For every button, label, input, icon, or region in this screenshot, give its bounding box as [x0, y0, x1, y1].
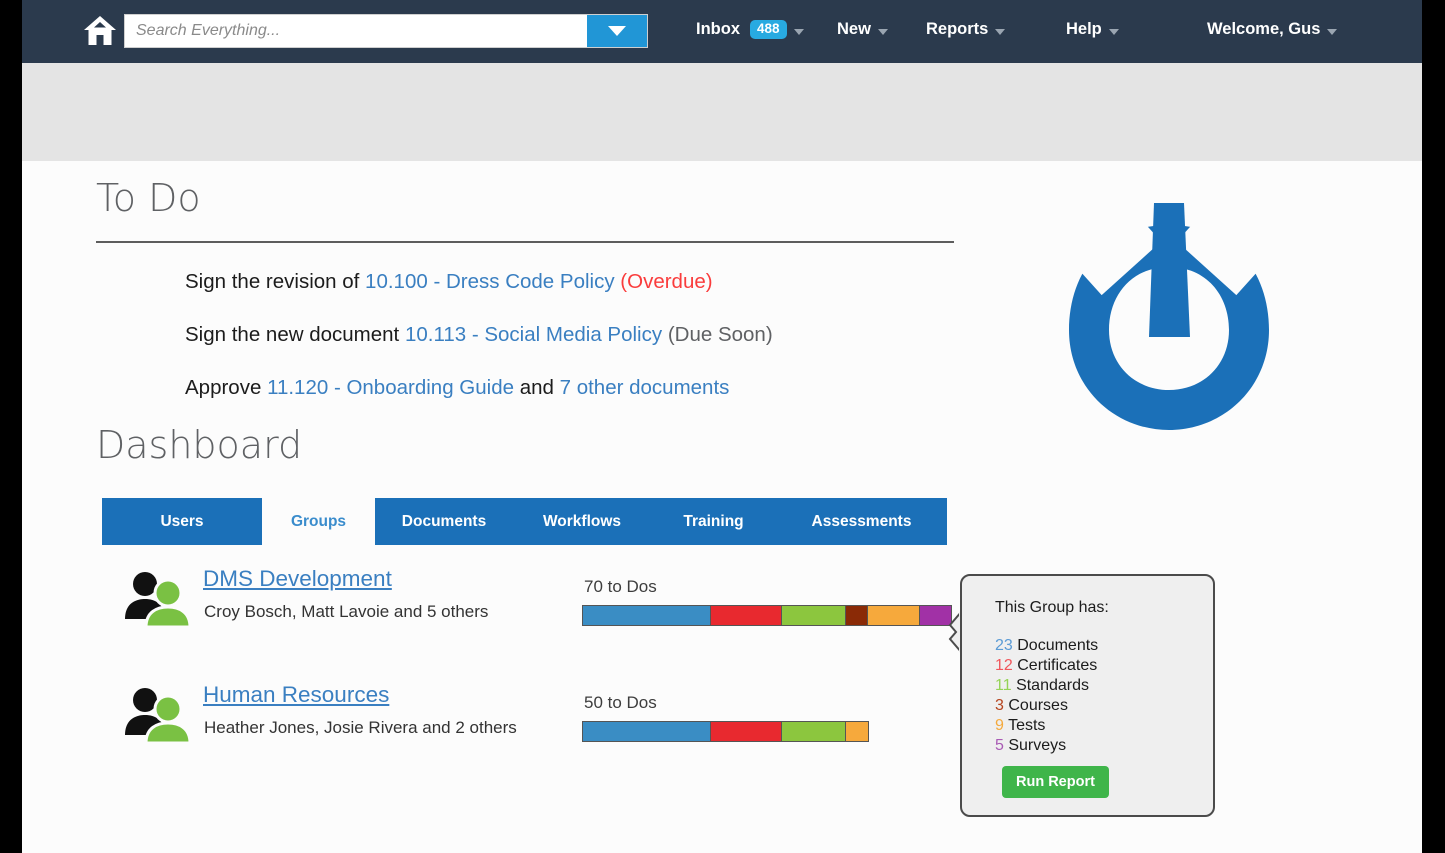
todo-middle: and — [514, 376, 560, 399]
todo-status-overdue: (Overdue) — [620, 270, 712, 293]
nav-item-help[interactable]: Help — [1066, 20, 1119, 39]
progress-segment-documents — [583, 606, 711, 625]
group-row: Human Resources Heather Jones, Josie Riv… — [22, 682, 952, 752]
info-count: 9 — [995, 717, 1004, 734]
group-info-callout: This Group has: 23 Documents 12 Certific… — [960, 574, 1215, 817]
top-navigation-bar: Inbox 488 New Reports Help Welcome, Gus — [22, 0, 1422, 63]
home-icon[interactable] — [82, 14, 118, 48]
search-box[interactable] — [124, 14, 648, 48]
nav-help-label: Help — [1066, 20, 1102, 39]
todo-item: Approve 11.120 - Onboarding Guide and 7 … — [185, 376, 729, 400]
tab-users[interactable]: Users — [102, 498, 262, 545]
user-menu[interactable]: Welcome, Gus — [1207, 20, 1337, 39]
group-members: Croy Bosch, Matt Lavoie and 5 others — [204, 602, 488, 622]
progress-segment-tests — [868, 606, 920, 625]
group-todos-label: 70 to Dos — [584, 577, 657, 597]
info-panel-title: This Group has: — [995, 599, 1109, 617]
user-menu-label: Welcome, Gus — [1207, 20, 1320, 39]
group-name-link[interactable]: DMS Development — [203, 566, 392, 592]
info-count: 23 — [995, 637, 1013, 654]
dashboard-tabs: Users Groups Documents Workflows Trainin… — [102, 498, 947, 545]
group-todos-label: 50 to Dos — [584, 693, 657, 713]
info-list-item: 12 Certificates — [995, 656, 1098, 676]
dashboard-heading: Dashboard — [96, 423, 302, 467]
todo-prefix: Sign the new document — [185, 323, 405, 346]
screenshot-frame: Inbox 488 New Reports Help Welcome, Gus — [0, 0, 1445, 853]
tab-groups[interactable]: Groups — [262, 498, 375, 545]
search-scope-dropdown[interactable] — [587, 15, 647, 47]
group-name-link[interactable]: Human Resources — [203, 682, 389, 708]
todo-item: Sign the revision of 10.100 - Dress Code… — [185, 270, 713, 294]
tab-training[interactable]: Training — [651, 498, 776, 545]
info-label: Courses — [1008, 697, 1068, 714]
info-list-item: 5 Surveys — [995, 736, 1098, 756]
info-count: 11 — [995, 677, 1012, 694]
chevron-down-icon — [608, 26, 626, 36]
progress-segment-tests — [846, 722, 868, 741]
page-title-band: Your Organization — [22, 63, 1422, 161]
todo-document-link[interactable]: 10.100 - Dress Code Policy — [365, 270, 615, 293]
group-members: Heather Jones, Josie Rivera and 2 others — [204, 718, 517, 738]
people-group-icon — [120, 571, 192, 627]
nav-new-label: New — [837, 20, 871, 39]
info-list-item: 3 Courses — [995, 696, 1098, 716]
tab-workflows[interactable]: Workflows — [513, 498, 651, 545]
info-list-item: 11 Standards — [995, 676, 1098, 696]
info-label: Certificates — [1017, 657, 1097, 674]
todo-item: Sign the new document 10.113 - Social Me… — [185, 323, 773, 347]
nav-reports-label: Reports — [926, 20, 988, 39]
info-label: Tests — [1008, 717, 1045, 734]
application-window: Inbox 488 New Reports Help Welcome, Gus — [22, 0, 1422, 853]
tab-assessments[interactable]: Assessments — [776, 498, 947, 545]
todo-prefix: Sign the revision of — [185, 270, 365, 293]
progress-segment-documents — [583, 722, 711, 741]
run-report-button[interactable]: Run Report — [1002, 766, 1109, 798]
tab-documents[interactable]: Documents — [375, 498, 513, 545]
info-label: Standards — [1016, 677, 1089, 694]
todo-document-link[interactable]: 10.113 - Social Media Policy — [405, 323, 662, 346]
search-input[interactable] — [125, 15, 587, 47]
chevron-down-icon — [878, 29, 888, 35]
todo-other-documents-link[interactable]: 7 other documents — [560, 376, 730, 399]
info-count: 5 — [995, 737, 1004, 754]
todo-status-due-soon: (Due Soon) — [668, 323, 773, 346]
chevron-down-icon — [1327, 29, 1337, 35]
inbox-count-badge: 488 — [750, 20, 787, 39]
info-count: 3 — [995, 697, 1004, 714]
info-list-item: 9 Tests — [995, 716, 1098, 736]
nav-item-inbox[interactable]: Inbox 488 — [696, 20, 804, 39]
people-group-icon — [120, 687, 192, 743]
info-panel-list: 23 Documents 12 Certificates 11 Standard… — [995, 636, 1098, 756]
group-row: DMS Development Croy Bosch, Matt Lavoie … — [22, 566, 952, 636]
progress-segment-courses — [846, 606, 868, 625]
power-button-icon — [1054, 195, 1284, 435]
info-count: 12 — [995, 657, 1013, 674]
todo-prefix: Approve — [185, 376, 267, 399]
todo-heading: To Do — [96, 176, 201, 220]
main-content: To Do Sign the revision of 10.100 - Dres… — [22, 161, 1422, 853]
chevron-down-icon — [995, 29, 1005, 35]
nav-item-reports[interactable]: Reports — [926, 20, 1005, 39]
todo-document-link[interactable]: 11.120 - Onboarding Guide — [267, 376, 514, 399]
progress-segment-standards — [782, 722, 846, 741]
chevron-down-icon — [794, 29, 804, 35]
progress-segment-surveys — [920, 606, 951, 625]
progress-segment-certificates — [711, 722, 782, 741]
progress-segment-standards — [782, 606, 846, 625]
info-label: Documents — [1017, 637, 1098, 654]
group-todos-progress-bar — [582, 605, 952, 626]
nav-inbox-label: Inbox — [696, 20, 740, 39]
group-todos-progress-bar — [582, 721, 869, 742]
progress-segment-certificates — [711, 606, 782, 625]
todo-divider — [96, 241, 954, 243]
info-list-item: 23 Documents — [995, 636, 1098, 656]
nav-item-new[interactable]: New — [837, 20, 888, 39]
chevron-down-icon — [1109, 29, 1119, 35]
info-label: Surveys — [1008, 737, 1066, 754]
